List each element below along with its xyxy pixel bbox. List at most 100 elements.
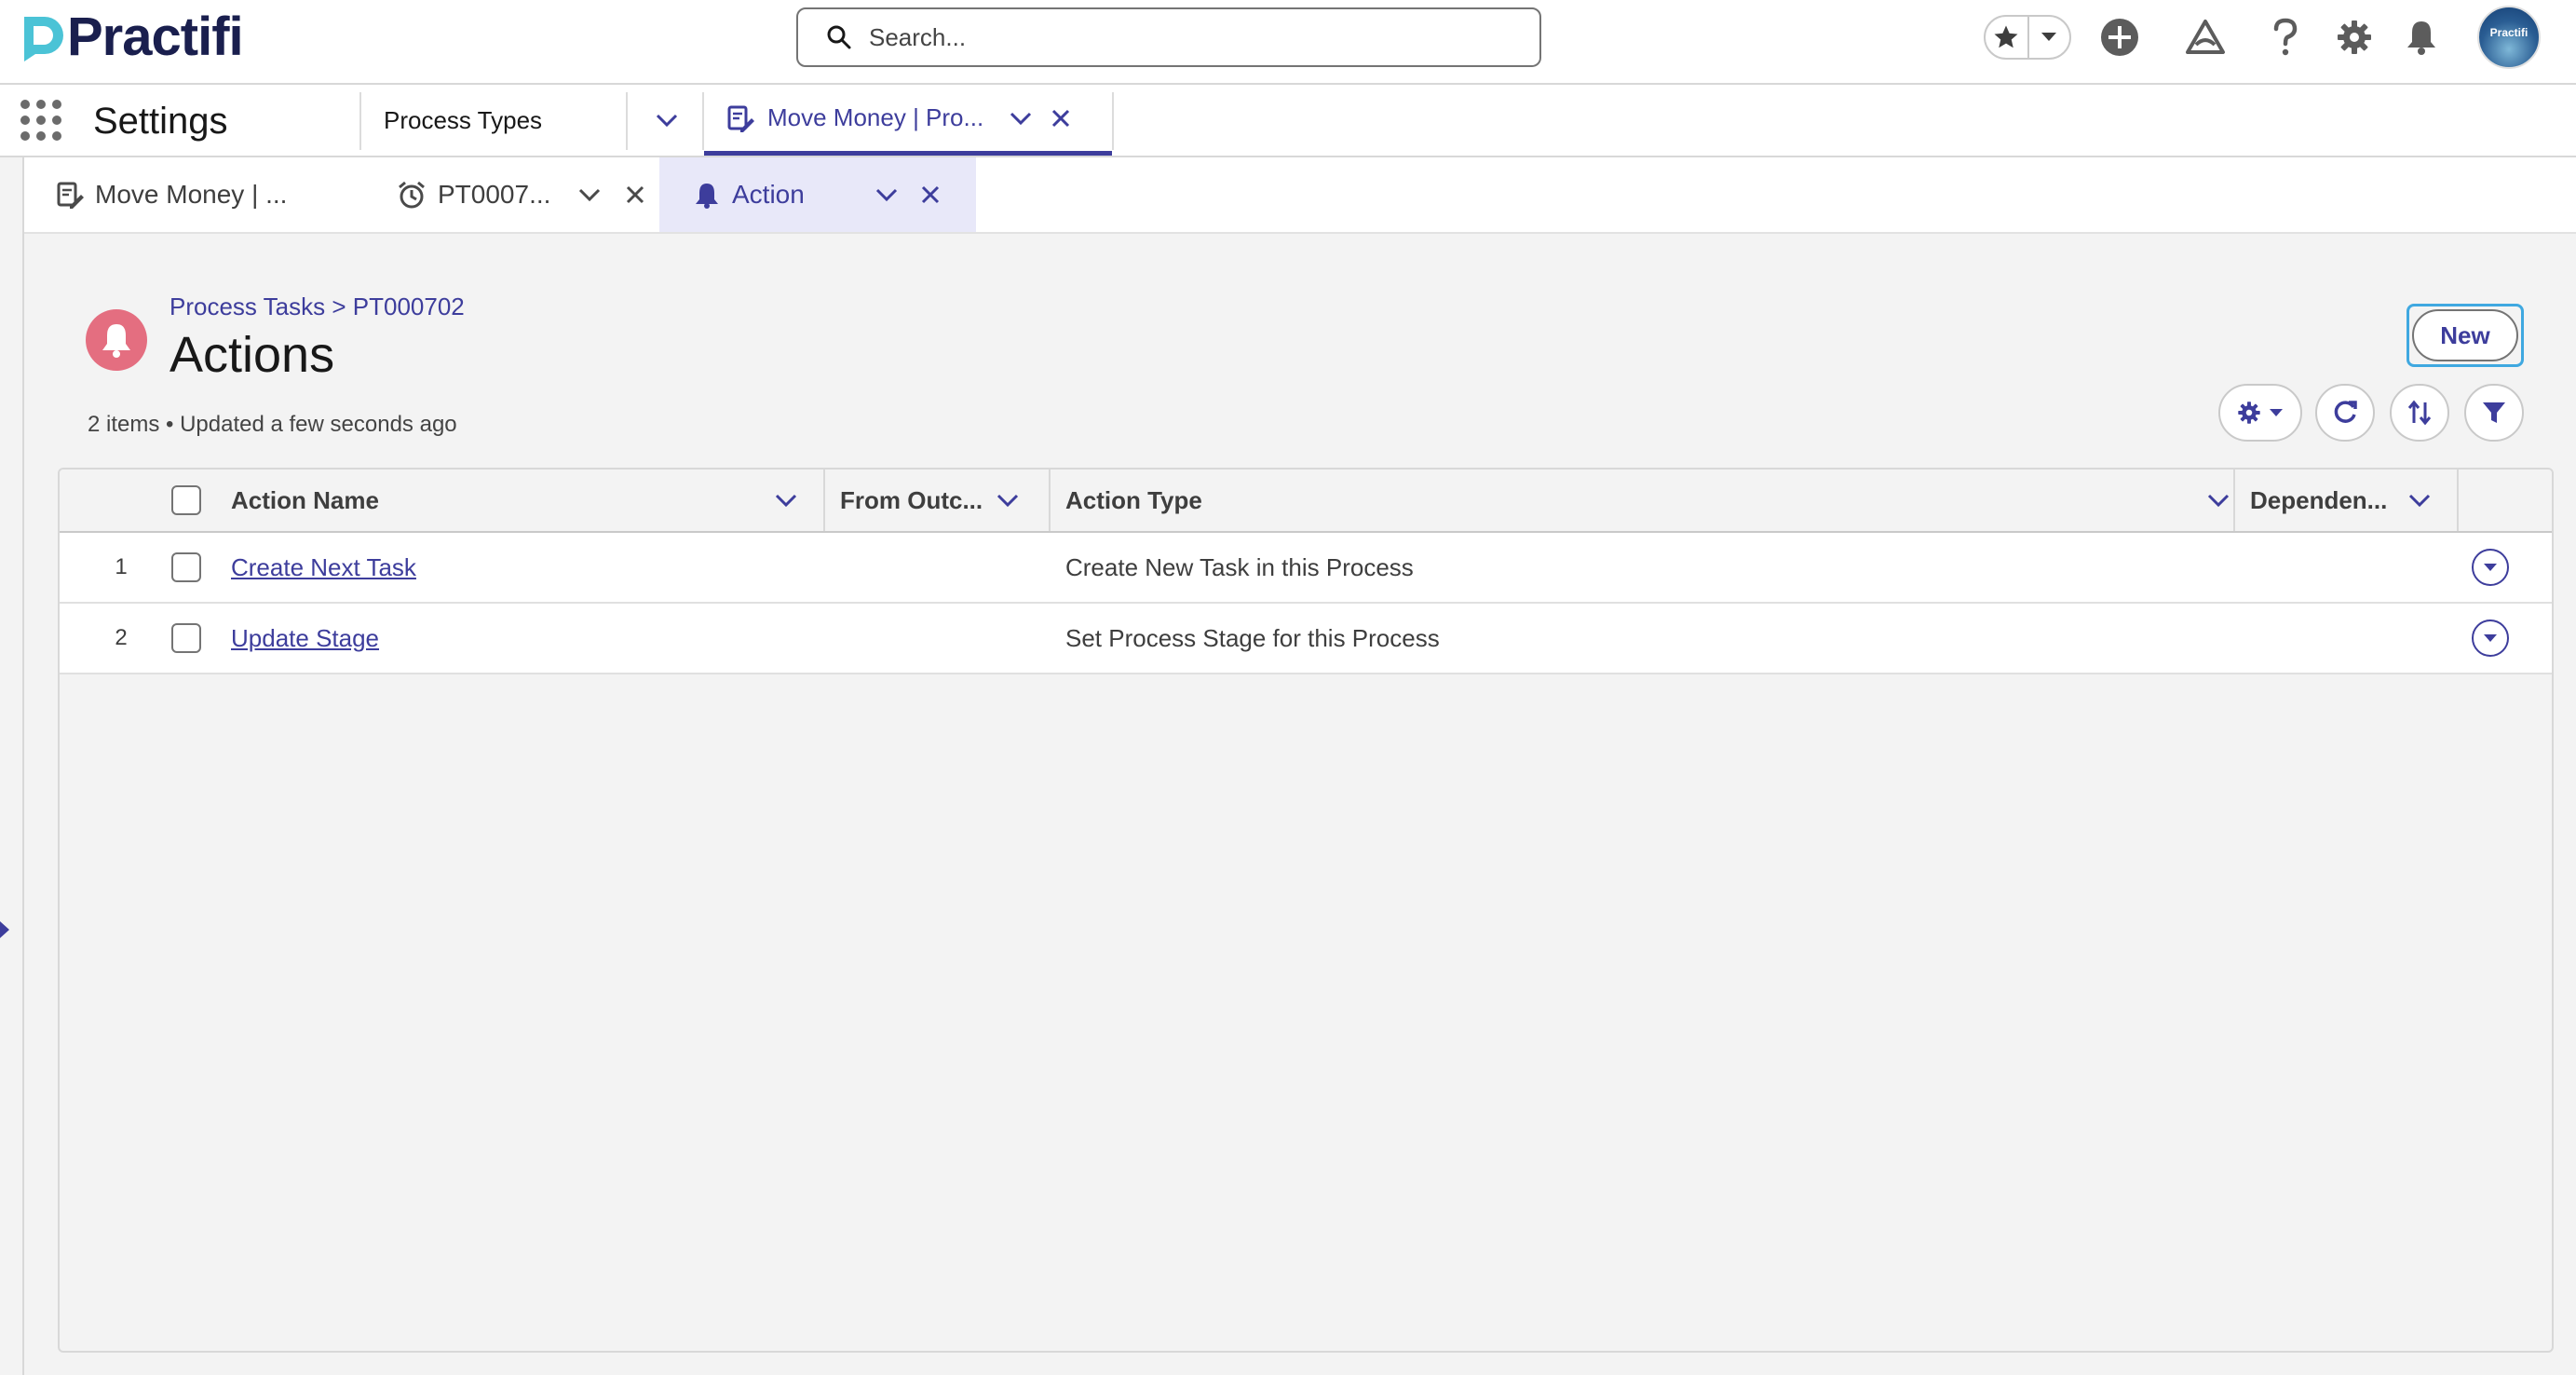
- column-divider[interactable]: [823, 470, 825, 531]
- row-number: 2: [115, 625, 128, 650]
- notification-bell-icon: [696, 184, 718, 209]
- refresh-button[interactable]: [2315, 384, 2375, 442]
- favorites-group: [1984, 15, 2071, 60]
- table-row: 1 Create Next Task Create New Task in th…: [60, 533, 2552, 604]
- nav-tab-move-money[interactable]: Move Money | Pro...: [704, 85, 1112, 156]
- subtab-label: PT0007...: [438, 180, 551, 209]
- star-icon: [1994, 25, 2018, 48]
- subtab-bar: Move Money | ... PT0007... Action: [24, 157, 2576, 234]
- chevron-down-icon: [579, 188, 601, 202]
- subtab-move-money[interactable]: Move Money | ...: [56, 157, 373, 232]
- subtab-label: Move Money | ...: [95, 180, 288, 209]
- expand-arrow-icon[interactable]: [0, 921, 9, 938]
- subtab-action[interactable]: Action: [659, 157, 976, 232]
- nav-divider: [1112, 92, 1114, 150]
- close-icon: [1052, 109, 1070, 127]
- chevron-down-icon: [2270, 409, 2283, 416]
- new-button[interactable]: New: [2412, 309, 2518, 361]
- chevron-down-icon: [875, 188, 897, 202]
- left-rail: [0, 157, 24, 1375]
- subtab-menu-button[interactable]: [875, 187, 898, 202]
- global-search[interactable]: [796, 7, 1541, 67]
- row-number: 1: [115, 554, 128, 579]
- column-header-from-outcome[interactable]: From Outc...: [840, 470, 1045, 531]
- chevron-down-icon[interactable]: [775, 493, 797, 508]
- navigation-bar: Settings Process Types Move Money | Pro.…: [0, 85, 2576, 157]
- list-view-header: Process Tasks > PT000702 Actions 2 items…: [58, 276, 2554, 462]
- app-launcher-icon[interactable]: [20, 100, 61, 141]
- column-label: Action Type: [1065, 485, 1202, 514]
- filter-button[interactable]: [2464, 384, 2524, 442]
- trailhead-button[interactable]: [2183, 15, 2228, 60]
- help-button[interactable]: [2263, 15, 2308, 60]
- table-row: 2 Update Stage Set Process Stage for thi…: [60, 604, 2552, 674]
- row-actions-button[interactable]: [2472, 549, 2509, 586]
- list-settings-button[interactable]: [2218, 384, 2302, 442]
- help-icon: [2273, 18, 2298, 56]
- chevron-down-icon[interactable]: [997, 493, 1019, 508]
- page-title: Actions: [169, 327, 335, 383]
- sort-button[interactable]: [2390, 384, 2449, 442]
- row-checkbox[interactable]: [171, 552, 201, 582]
- action-object-icon: [86, 309, 147, 371]
- close-icon: [627, 185, 644, 204]
- refresh-icon: [2334, 401, 2357, 423]
- column-divider[interactable]: [2233, 470, 2235, 531]
- notifications-button[interactable]: [2399, 15, 2444, 60]
- nav-item-process-types[interactable]: Process Types: [384, 85, 542, 156]
- column-label: Action Name: [231, 485, 379, 514]
- action-name-link[interactable]: Update Stage: [231, 624, 379, 653]
- chevron-down-icon: [1010, 112, 1032, 125]
- action-type-cell: Create New Task in this Process: [1065, 552, 1414, 581]
- row-checkbox[interactable]: [171, 623, 201, 653]
- subtab-label: Action: [732, 180, 805, 209]
- alarm-clock-icon: [399, 181, 425, 209]
- select-all-checkbox[interactable]: [171, 485, 201, 515]
- column-divider[interactable]: [2457, 470, 2459, 531]
- breadcrumb[interactable]: Process Tasks > PT000702: [169, 293, 465, 321]
- global-header: Practifi Search... Practifi: [0, 0, 2576, 85]
- tab-menu-button[interactable]: [1010, 111, 1032, 126]
- setup-gear-icon: [2338, 20, 2371, 54]
- subtab-close-button[interactable]: [625, 184, 645, 205]
- filter-icon: [2483, 402, 2505, 423]
- table-header: Action Name From Outc... Action Type Dep…: [60, 470, 2552, 533]
- nav-divider: [359, 92, 361, 150]
- app-name: Settings: [93, 101, 228, 142]
- trailhead-icon: [2186, 20, 2225, 54]
- row-select-cell: [171, 604, 201, 673]
- practifi-logo[interactable]: Practifi: [19, 9, 244, 65]
- chevron-down-icon[interactable]: [2408, 493, 2431, 508]
- subtab-process-task[interactable]: PT0007...: [373, 157, 684, 232]
- notification-bell-icon: [2407, 21, 2435, 55]
- avatar-label: Practifi: [2489, 26, 2529, 39]
- column-label: From Outc...: [840, 485, 983, 514]
- nav-item-label: Process Types: [384, 105, 543, 134]
- tab-close-button[interactable]: [1051, 108, 1071, 129]
- chevron-down-icon: [656, 114, 678, 128]
- nav-item-menu-button[interactable]: [648, 85, 685, 156]
- row-actions-button[interactable]: [2472, 619, 2509, 657]
- actions-table: Action Name From Outc... Action Type Dep…: [58, 468, 2554, 1353]
- list-meta-status: 2 items • Updated a few seconds ago: [88, 412, 457, 437]
- setup-button[interactable]: [2332, 15, 2377, 60]
- subtab-close-button[interactable]: [920, 184, 941, 205]
- user-avatar[interactable]: Practifi: [2477, 6, 2541, 69]
- action-name-link[interactable]: Create Next Task: [231, 553, 416, 582]
- column-header-dependency[interactable]: Dependen...: [2250, 470, 2446, 531]
- chevron-down-icon: [2041, 33, 2057, 41]
- search-input[interactable]: [869, 22, 1474, 52]
- favorites-menu-button[interactable]: [2027, 17, 2069, 58]
- sort-icon: [2407, 400, 2432, 426]
- column-divider[interactable]: [1049, 470, 1051, 531]
- favorite-star-button[interactable]: [1986, 17, 2027, 58]
- global-actions-button[interactable]: [2097, 15, 2142, 60]
- column-header-action-type[interactable]: Action Type: [1065, 470, 2230, 531]
- new-button-focus-ring: New: [2407, 304, 2524, 367]
- column-header-action-name[interactable]: Action Name: [231, 470, 818, 531]
- close-icon: [921, 185, 939, 204]
- chevron-down-icon: [2484, 634, 2497, 642]
- chevron-down-icon[interactable]: [2207, 493, 2230, 508]
- select-all-cell: [171, 470, 201, 531]
- subtab-menu-button[interactable]: [578, 187, 601, 202]
